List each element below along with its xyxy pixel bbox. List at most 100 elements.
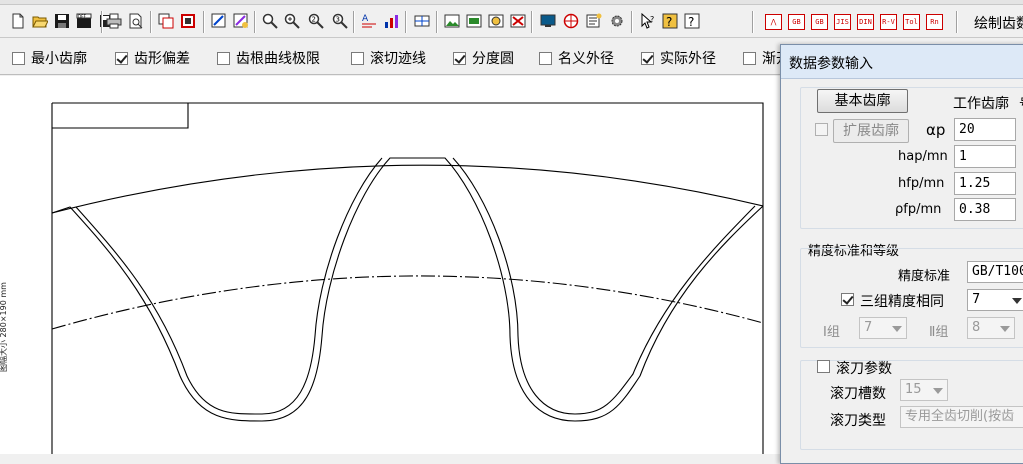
frame-icon[interactable] <box>180 13 196 29</box>
hob-slots-value: 15 <box>905 382 922 397</box>
gear-icon[interactable] <box>609 13 625 29</box>
title-block <box>52 103 189 129</box>
monitor-icon[interactable] <box>540 13 556 29</box>
group1-select[interactable]: 7 <box>859 317 907 339</box>
group2-label: Ⅱ组 <box>929 325 949 340</box>
copy-view-icon[interactable] <box>158 13 174 29</box>
hob-type-label: 滚刀类型 <box>830 413 886 429</box>
param-hfp-input[interactable]: 1.25 <box>954 172 1016 195</box>
standard-button-jis[interactable]: JIS <box>834 14 851 30</box>
svg-text:A: A <box>362 14 369 24</box>
chevron-down-icon <box>892 326 902 332</box>
dialog-title: 数据参数输入 <box>781 45 1023 79</box>
option-hobbing-trace[interactable]: 滚切迹线 <box>351 49 426 67</box>
help-question-icon[interactable]: ? <box>662 13 678 29</box>
hob-type-select[interactable]: 专用全齿切削(按齿 <box>900 406 1023 428</box>
image-4-icon[interactable] <box>510 13 526 29</box>
standard-button-2[interactable]: GB 10095 <box>788 14 805 30</box>
option-pitch-circle[interactable]: 分度圆 <box>453 49 514 67</box>
pitch-circle-arc <box>51 275 764 330</box>
option-root-curve-limit[interactable]: 齿根曲线极限 <box>217 49 320 67</box>
option-min-profile-checkbox[interactable] <box>12 51 25 65</box>
option-actual-od-label: 实际外径 <box>660 51 716 67</box>
option-actual-od[interactable]: 实际外径 <box>641 49 716 67</box>
precision-standard-select[interactable]: GB/T100 <box>967 261 1023 283</box>
zoom-in-icon[interactable] <box>284 13 300 29</box>
hob-group <box>800 360 1023 450</box>
hob-params-label: 滚刀参数 <box>836 361 892 377</box>
grid-icon[interactable] <box>414 13 430 29</box>
param-alpha-input[interactable]: 20 <box>954 118 1016 141</box>
option-root-curve-limit-checkbox[interactable] <box>217 51 230 65</box>
hob-slots-label: 滚刀槽数 <box>830 386 886 402</box>
text-settings-icon[interactable]: A <box>361 13 377 29</box>
param-rho-input[interactable]: 0.38 <box>954 198 1016 221</box>
tooth-profile-inner <box>75 157 756 415</box>
standard-button-1[interactable]: ⋀ <box>765 14 782 30</box>
draw-teeth-button[interactable]: 绘制齿数 <box>966 13 1023 35</box>
chart-settings-icon[interactable] <box>383 13 399 29</box>
image-2-icon[interactable] <box>466 13 482 29</box>
option-profile-deviation-checkbox[interactable] <box>115 51 128 65</box>
precision-standard-value: GB/T100 <box>972 264 1023 279</box>
basic-profile-button[interactable]: 基本齿廓 <box>817 89 908 113</box>
redraw-icon[interactable] <box>211 13 227 29</box>
drawing-canvas[interactable]: 图幅大小 280×190 mm <box>0 76 780 454</box>
working-profile-label: 工作齿廓 <box>953 96 1009 112</box>
print-preview-icon[interactable] <box>128 13 144 29</box>
option-nominal-od[interactable]: 名义外径 <box>539 49 614 67</box>
standard-button-rv[interactable]: R-V <box>880 14 897 30</box>
option-min-profile-label: 最小齿廓 <box>31 51 87 67</box>
param-hap-input[interactable]: 1 <box>954 145 1016 168</box>
zoom-window-icon[interactable] <box>262 13 278 29</box>
hob-slots-select[interactable]: 15 <box>900 379 948 401</box>
standard-button-tol[interactable]: Tol <box>903 14 920 30</box>
option-min-profile[interactable]: 最小齿廓 <box>12 49 87 67</box>
three-groups-select[interactable]: 7 <box>967 289 1023 311</box>
option-involute-checkbox[interactable] <box>743 51 756 65</box>
new-file-icon[interactable] <box>10 13 26 29</box>
group2-value: 8 <box>972 320 981 335</box>
help-book-icon[interactable]: ? <box>684 13 700 29</box>
option-hobbing-trace-checkbox[interactable] <box>351 51 364 65</box>
group1-label: Ⅰ组 <box>823 325 840 340</box>
option-profile-deviation[interactable]: 齿形偏差 <box>115 49 190 67</box>
zoom-2-icon[interactable]: 2 <box>308 13 324 29</box>
option-nominal-od-checkbox[interactable] <box>539 51 552 65</box>
paper-border-top-right <box>52 102 764 454</box>
standard-button-rn[interactable]: Rn <box>926 14 943 30</box>
open-folder-icon[interactable] <box>32 13 48 29</box>
option-pitch-circle-label: 分度圆 <box>472 51 514 67</box>
save-icon[interactable] <box>54 13 70 29</box>
three-groups-label: 三组精度相同 <box>860 294 944 310</box>
image-3-icon[interactable] <box>488 13 504 29</box>
hob-params-checkbox[interactable] <box>817 360 830 373</box>
svg-text:?: ? <box>666 15 672 29</box>
help-pointer-icon[interactable]: ? <box>640 13 656 29</box>
palette-icon[interactable] <box>563 13 579 29</box>
precision-standard-label: 精度标准 <box>898 269 951 284</box>
extend-profile-checkbox[interactable] <box>815 123 828 136</box>
group2-select[interactable]: 8 <box>967 317 1015 339</box>
svg-text:2: 2 <box>312 16 316 24</box>
group1-value: 7 <box>864 320 873 335</box>
redraw-colored-icon[interactable] <box>233 13 249 29</box>
zoom-3-icon[interactable]: 3 <box>332 13 348 29</box>
print-icon[interactable] <box>106 13 122 29</box>
option-pitch-circle-checkbox[interactable] <box>453 51 466 65</box>
standard-button-3[interactable]: GB 2363 <box>811 14 828 30</box>
option-nominal-od-label: 名义外径 <box>558 51 614 67</box>
working-profile-suffix: 号 <box>1019 93 1023 112</box>
three-groups-value: 7 <box>972 292 981 307</box>
three-groups-checkbox[interactable] <box>841 293 854 306</box>
image-1-icon[interactable] <box>444 13 460 29</box>
hob-type-value: 专用全齿切削(按齿 <box>905 409 1015 424</box>
extend-profile-button[interactable]: 扩展齿廓 <box>833 119 909 143</box>
option-hobbing-trace-label: 滚切迹线 <box>370 51 426 67</box>
standard-button-din[interactable]: DIN <box>857 14 874 30</box>
save-as-icon[interactable]: DEF <box>76 13 92 29</box>
gear-drawing <box>51 102 764 454</box>
option-actual-od-checkbox[interactable] <box>641 51 654 65</box>
outer-circle-arc <box>51 164 764 214</box>
properties-icon[interactable] <box>586 13 602 29</box>
